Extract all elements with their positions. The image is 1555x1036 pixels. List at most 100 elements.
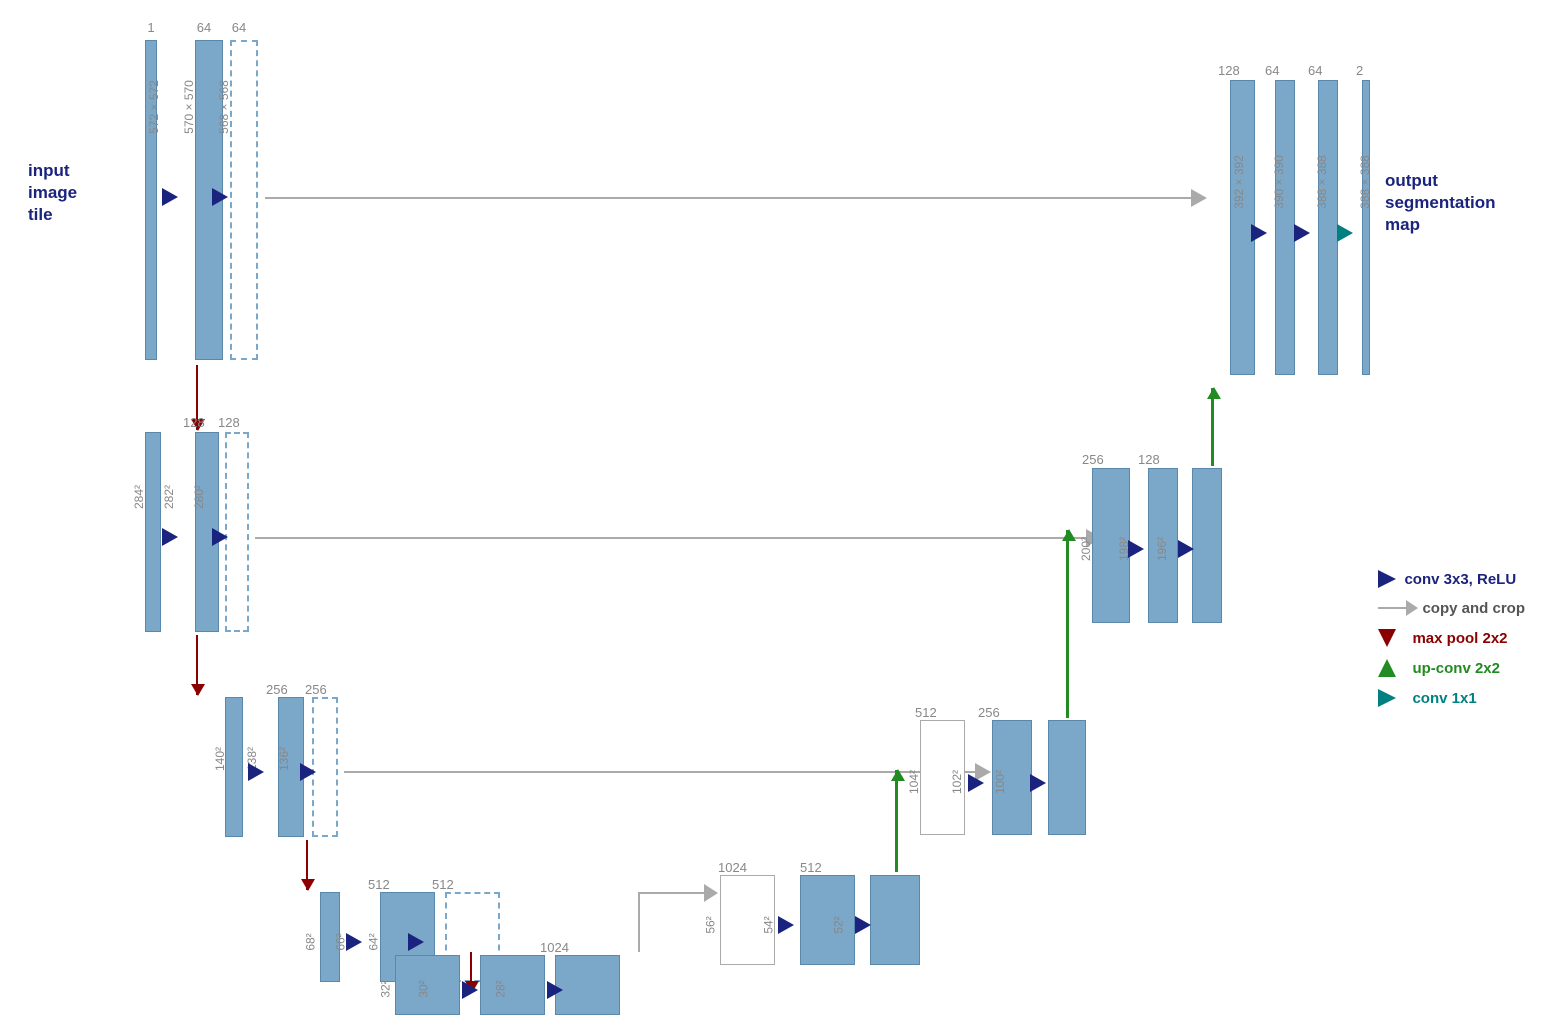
label-d4-size2: 54² xyxy=(762,916,776,933)
conv-arrow-d1-3-teal xyxy=(1337,224,1353,242)
upconv-d4-d3 xyxy=(895,770,898,872)
block-d2-3 xyxy=(1192,468,1222,623)
label-d2-size3: 196² xyxy=(1155,537,1169,561)
conv-arrow-l4-1 xyxy=(346,933,362,951)
conv-arrow-d3-1 xyxy=(968,774,984,792)
legend-copy-icon xyxy=(1378,607,1408,609)
upconv-d2-d1 xyxy=(1211,388,1214,466)
block-l2-1 xyxy=(145,432,161,632)
label-l2-ch128b: 128 xyxy=(218,415,240,430)
block-d1-2 xyxy=(1275,80,1295,375)
label-l3-ch256b: 256 xyxy=(305,682,327,697)
legend-conv1x1: conv 1x1 xyxy=(1378,689,1525,707)
label-l2-size3: 280² xyxy=(192,485,206,509)
conv-arrow-l1-1 xyxy=(162,188,178,206)
conv-arrow-d1-2 xyxy=(1294,224,1310,242)
label-bn-size2: 30² xyxy=(417,980,431,997)
label-l1-ch64b: 64 xyxy=(225,20,253,35)
copy-crop-arrowhead-l1 xyxy=(1191,189,1207,207)
short-copy-crop-l4-h xyxy=(639,892,709,894)
block-d3-3 xyxy=(1048,720,1086,835)
copy-crop-arrow-l1 xyxy=(265,197,1195,199)
conv-arrow-d2-1 xyxy=(1128,540,1144,558)
conv-arrow-d2-2 xyxy=(1178,540,1194,558)
conv-arrow-l3-1 xyxy=(248,763,264,781)
label-d1-size1: 392 × 392 xyxy=(1232,155,1246,209)
label-d4-size3: 52² xyxy=(832,916,846,933)
maxpool-l2 xyxy=(196,635,198,695)
unet-diagram: 1 64 64 572 × 572 570 × 570 568 × 568 in… xyxy=(0,0,1555,1036)
label-l4-ch512b: 512 xyxy=(432,877,454,892)
legend-maxpool-label: max pool 2x2 xyxy=(1412,630,1507,647)
legend-upconv-label: up-conv 2x2 xyxy=(1412,660,1500,677)
maxpool-l3 xyxy=(306,840,308,890)
input-label: inputimagetile xyxy=(28,160,77,226)
legend-maxpool: max pool 2x2 xyxy=(1378,629,1525,647)
label-l3-ch256a: 256 xyxy=(266,682,288,697)
label-l4-ch512a: 512 xyxy=(368,877,390,892)
label-l4-size3: 64² xyxy=(367,933,381,950)
conv-arrow-l2-2 xyxy=(212,528,228,546)
conv-arrow-bn-2 xyxy=(547,981,563,999)
label-l3-size3: 136² xyxy=(277,747,291,771)
output-label: outputsegmentationmap xyxy=(1385,170,1496,236)
label-bn-size1: 32² xyxy=(379,980,393,997)
conv-arrow-d4-2 xyxy=(855,916,871,934)
label-d2-128: 128 xyxy=(1138,452,1160,467)
label-bn-size3: 28² xyxy=(494,980,508,997)
block-d1-3 xyxy=(1318,80,1338,375)
label-l2-size1: 284² xyxy=(132,485,146,509)
conv-arrow-bn-1 xyxy=(462,981,478,999)
block-l2-3 xyxy=(225,432,249,632)
copy-crop-arrow-l3 xyxy=(344,771,979,773)
block-bn-2 xyxy=(480,955,545,1015)
label-d4-512: 512 xyxy=(800,860,822,875)
label-d3-256: 256 xyxy=(978,705,1000,720)
label-l2-size2: 282² xyxy=(162,485,176,509)
label-d3-size1: 104² xyxy=(907,770,921,794)
block-l3-1 xyxy=(225,697,243,837)
legend: conv 3x3, ReLU copy and crop max pool 2x… xyxy=(1378,570,1525,719)
conv-arrow-l3-2 xyxy=(300,763,316,781)
conv-arrow-l4-2 xyxy=(408,933,424,951)
label-d1-64a: 64 xyxy=(1265,63,1279,78)
label-d2-size1: 200² xyxy=(1079,537,1093,561)
label-d1-size4: 388 × 388 xyxy=(1358,155,1372,209)
label-l1-size1: 572 × 572 xyxy=(147,80,161,134)
label-d1-2: 2 xyxy=(1356,63,1363,78)
label-d4-size1: 56² xyxy=(704,916,718,933)
label-d1-128: 128 xyxy=(1218,63,1240,78)
block-d4-3 xyxy=(870,875,920,965)
label-d1-size2: 390 × 390 xyxy=(1272,155,1286,209)
legend-conv1x1-label: conv 1x1 xyxy=(1412,690,1476,707)
conv-arrow-l2-1 xyxy=(162,528,178,546)
label-l3-size1: 140² xyxy=(213,747,227,771)
legend-copy-label: copy and crop xyxy=(1422,600,1525,617)
legend-upconv: up-conv 2x2 xyxy=(1378,659,1525,677)
label-l1-ch64a: 64 xyxy=(190,20,218,35)
label-l1-size2: 570 × 570 xyxy=(182,80,196,134)
legend-copy: copy and crop xyxy=(1378,600,1525,617)
block-l1-3 xyxy=(230,40,258,360)
label-l1-size3: 568 × 568 xyxy=(217,80,231,134)
short-copy-crop-l4-line xyxy=(638,892,640,952)
conv-arrow-d3-2 xyxy=(1030,774,1046,792)
label-d1-64b: 64 xyxy=(1308,63,1322,78)
label-bn-1024a: 1024 xyxy=(540,940,569,955)
upconv-d3-d2 xyxy=(1066,530,1069,718)
conv-arrow-l1-2 xyxy=(212,188,228,206)
conv-arrow-d4-1 xyxy=(778,916,794,934)
label-d2-256: 256 xyxy=(1082,452,1104,467)
label-d3-512: 512 xyxy=(915,705,937,720)
legend-conv-icon xyxy=(1378,570,1396,588)
label-l1-ch1: 1 xyxy=(145,20,157,35)
legend-conv: conv 3x3, ReLU xyxy=(1378,570,1525,588)
block-d1-4 xyxy=(1362,80,1370,375)
block-d4-2 xyxy=(800,875,855,965)
legend-maxpool-icon xyxy=(1378,629,1396,647)
legend-conv1x1-icon xyxy=(1378,689,1396,707)
short-copy-arrowhead-l4 xyxy=(704,884,718,902)
label-d3-size3: 100² xyxy=(993,770,1007,794)
conv-arrow-d1-1 xyxy=(1251,224,1267,242)
legend-upconv-icon xyxy=(1378,659,1396,677)
